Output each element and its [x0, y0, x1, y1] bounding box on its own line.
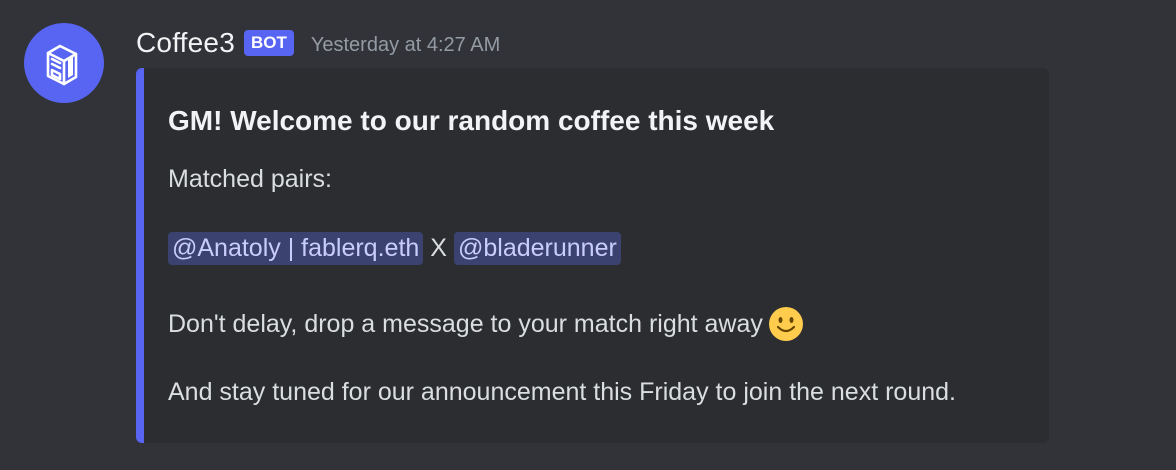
delay-line: Don't delay, drop a message to your matc…	[168, 306, 804, 342]
matched-pair-row: @Anatoly | fablerq.eth X @bladerunner	[168, 232, 621, 265]
matched-pairs-label: Matched pairs:	[168, 165, 332, 193]
slightly-smiling-face-icon[interactable]	[768, 306, 804, 342]
message-header: Coffee3 BOT Yesterday at 4:27 AM	[136, 26, 500, 60]
coffee-machine-icon	[46, 44, 78, 86]
timestamp[interactable]: Yesterday at 4:27 AM	[311, 34, 500, 57]
username[interactable]: Coffee3	[136, 27, 235, 59]
mention-bladerunner[interactable]: @bladerunner	[453, 232, 621, 265]
announcement-line: And stay tuned for our announcement this…	[168, 378, 956, 406]
message-embed: GM! Welcome to our random coffee this we…	[136, 68, 1049, 443]
pair-separator: X	[430, 234, 447, 262]
mention-anatoly[interactable]: @Anatoly | fablerq.eth	[168, 232, 424, 265]
chat-message: Coffee3 BOT Yesterday at 4:27 AM GM! Wel…	[0, 0, 1176, 470]
delay-text: Don't delay, drop a message to your matc…	[168, 309, 763, 338]
embed-title: GM! Welcome to our random coffee this we…	[168, 105, 775, 136]
embed-accent-bar	[136, 68, 144, 443]
bot-avatar[interactable]	[24, 23, 104, 103]
bot-badge: BOT	[243, 30, 294, 56]
